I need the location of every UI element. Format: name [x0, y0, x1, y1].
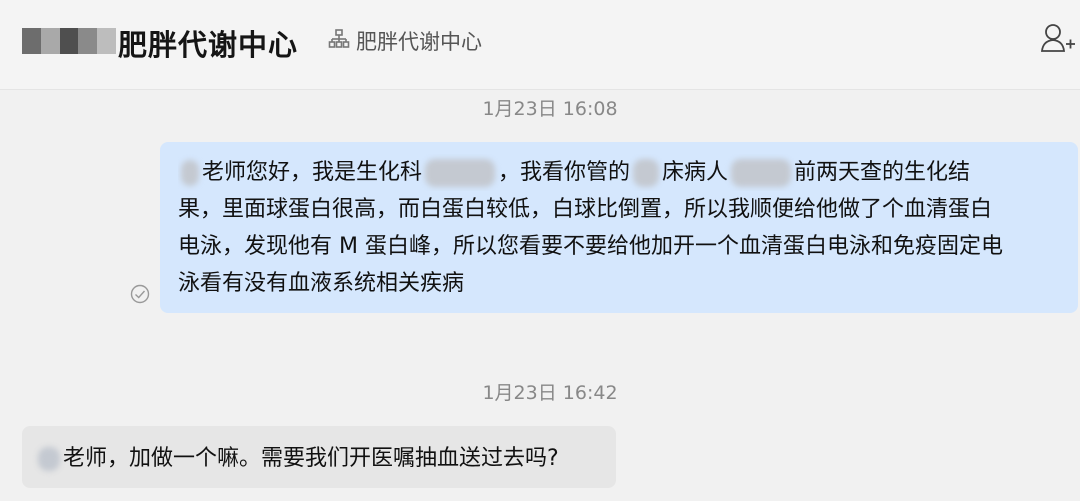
incoming-message-bubble[interactable]: 老师，加做一个嘛。需要我们开医嘱抽血送过去吗? — [22, 426, 616, 488]
message-line: 老师您好，我是生化科 ，我看你管的 床病人 前两天查的生化结 — [178, 154, 1064, 191]
chat-subtitle: 肥胖代谢中心 — [356, 30, 482, 54]
read-check-icon — [130, 284, 150, 304]
redacted-name-mosaic — [22, 28, 116, 54]
redacted-text — [633, 159, 660, 187]
message-text: 老师您好，我是生化科 — [202, 160, 423, 185]
redacted-text — [38, 447, 60, 471]
message-timestamp: 1月23日 16:08 — [482, 98, 618, 120]
redacted-text — [181, 160, 199, 186]
redacted-text — [731, 159, 792, 187]
message-line: 电泳，发现他有 M 蛋白峰，所以您看要不要给他加开一个血清蛋白电泳和免疫固定电 — [178, 234, 1003, 259]
message-text: ，我看你管的 — [498, 160, 631, 185]
message-timestamp: 1月23日 16:42 — [482, 382, 618, 404]
chat-title: 肥胖代谢中心 — [118, 28, 299, 62]
message-text: 床病人 — [662, 160, 729, 185]
outgoing-message-bubble[interactable]: 老师您好，我是生化科 ，我看你管的 床病人 前两天查的生化结 果，里面球蛋白很高，而白… — [160, 142, 1078, 313]
message-text: 老师，加做一个嘛。需要我们开医嘱抽血送过去吗? — [63, 446, 559, 471]
message-text: 前两天查的生化结 — [794, 160, 971, 185]
org-chart-icon — [328, 29, 350, 48]
add-user-icon[interactable] — [1040, 22, 1076, 54]
message-line: 果，里面球蛋白很高，而白蛋白较低，白球比倒置，所以我顺便给他做了个血清蛋白 — [178, 197, 993, 222]
chat-header: 肥胖代谢中心 肥胖代谢中心 — [0, 0, 1080, 90]
message-line: 泳看有没有血液系统相关疾病 — [178, 271, 465, 296]
redacted-text — [425, 159, 496, 187]
